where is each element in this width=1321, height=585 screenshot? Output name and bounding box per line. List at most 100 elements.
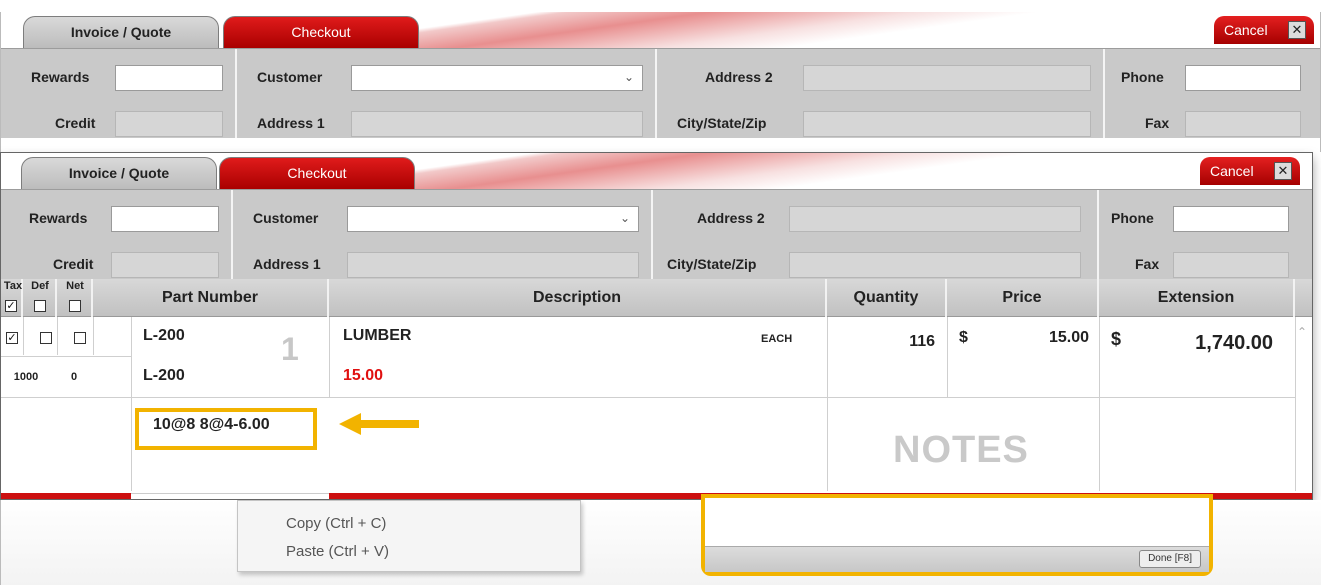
part-number-header[interactable]: Part Number <box>93 279 329 317</box>
close-icon[interactable]: ✕ <box>1274 162 1292 180</box>
context-menu-copy[interactable]: Copy (Ctrl + C) <box>286 515 386 532</box>
phone-input[interactable] <box>1173 206 1289 232</box>
tab-checkout[interactable]: Checkout <box>219 157 415 189</box>
def-all-checkbox[interactable] <box>34 300 46 312</box>
divider <box>947 317 948 397</box>
rewards-label: Rewards <box>29 210 88 226</box>
header-form: Rewards Credit Customer ⌄ Address 1 Addr… <box>1 48 1320 138</box>
chevron-down-icon: ⌄ <box>623 70 634 84</box>
row-price-symbol: $ <box>959 329 968 346</box>
row-price[interactable]: 15.00 <box>1011 329 1089 347</box>
address2-field <box>803 65 1091 91</box>
tab-checkout[interactable]: Checkout <box>223 16 419 48</box>
address-section: Address 2 City/State/Zip <box>657 49 1105 138</box>
row-def-checkbox[interactable] <box>40 332 52 344</box>
net-all-checkbox[interactable] <box>69 300 81 312</box>
contact-section: Phone Fax <box>1105 49 1320 138</box>
notes-watermark: NOTES <box>893 429 1029 471</box>
contact-section: Phone Fax <box>1099 190 1312 279</box>
row-extension: 1,740.00 <box>1195 332 1273 354</box>
scroll-up-icon[interactable]: ⌃ <box>1297 325 1307 339</box>
row-net-checkbox[interactable] <box>74 332 86 344</box>
divider <box>1099 317 1100 491</box>
address-section: Address 2 City/State/Zip <box>653 190 1099 279</box>
row-sub-price: 15.00 <box>343 367 384 384</box>
credit-field <box>111 252 219 278</box>
row-sub-value-1: 1000 <box>13 371 39 383</box>
address1-field <box>351 111 643 137</box>
row-description[interactable]: LUMBER <box>343 327 411 345</box>
address1-label: Address 1 <box>257 115 325 131</box>
context-menu-paste[interactable]: Paste (Ctrl + V) <box>286 543 389 560</box>
rewards-input[interactable] <box>115 65 223 91</box>
customer-select[interactable]: ⌄ <box>351 65 643 91</box>
address2-field <box>789 206 1081 232</box>
citystatezip-label: City/State/Zip <box>677 115 767 131</box>
arrow-left-icon <box>339 413 419 435</box>
tax-column-header: Tax ✓ <box>1 279 23 317</box>
divider <box>1 397 1295 398</box>
divider <box>57 317 58 355</box>
description-header[interactable]: Description <box>329 279 827 317</box>
done-button[interactable]: Done [F8] <box>1139 550 1201 568</box>
divider <box>827 317 828 491</box>
quantity-header[interactable]: Quantity <box>827 279 947 317</box>
row-part-number[interactable]: L-200 <box>143 327 185 345</box>
cancel-button[interactable]: Cancel ✕ <box>1214 16 1314 44</box>
row-part-number-secondary: L-200 <box>143 367 185 384</box>
divider <box>1 356 131 357</box>
customer-select[interactable]: ⌄ <box>347 206 639 232</box>
cancel-label: Cancel <box>1210 163 1254 179</box>
rewards-label: Rewards <box>31 69 90 85</box>
extension-header[interactable]: Extension <box>1099 279 1295 317</box>
fax-label: Fax <box>1135 256 1160 272</box>
invoice-window: Invoice / Quote Checkout Cancel ✕ Reward… <box>0 152 1313 500</box>
row-tax-checkbox[interactable]: ✓ <box>6 332 18 344</box>
tab-bar: Invoice / Quote Checkout Cancel ✕ <box>1 12 1320 48</box>
tax-all-checkbox[interactable]: ✓ <box>5 300 17 312</box>
tab-bar: Invoice / Quote Checkout Cancel ✕ <box>1 153 1312 189</box>
phone-input[interactable] <box>1185 65 1301 91</box>
divider <box>131 317 132 491</box>
address1-label: Address 1 <box>253 256 321 272</box>
citystatezip-label: City/State/Zip <box>667 256 757 272</box>
notes-panel-footer: Done [F8] <box>705 546 1209 572</box>
net-column-header: Net <box>57 279 93 317</box>
tab-invoice-quote[interactable]: Invoice / Quote <box>21 157 217 189</box>
fax-field <box>1173 252 1289 278</box>
customer-section: Customer ⌄ Address 1 <box>233 190 653 279</box>
phone-label: Phone <box>1111 210 1154 226</box>
fax-label: Fax <box>1145 115 1170 131</box>
pricing-note[interactable]: 10@8 8@4-6.00 <box>153 416 270 434</box>
rewards-section: Rewards Credit <box>1 49 237 138</box>
customer-label: Customer <box>257 69 323 85</box>
address1-field <box>347 252 639 278</box>
row-unit: EACH <box>761 333 793 345</box>
line-items-grid: Tax ✓ Def Net Part Number Description Qu… <box>1 279 1312 499</box>
background-invoice-window: Invoice / Quote Checkout Cancel ✕ Reward… <box>0 12 1321 152</box>
address2-label: Address 2 <box>705 69 773 85</box>
divider <box>1295 317 1296 491</box>
rewards-section: Rewards Credit <box>1 190 233 279</box>
chevron-down-icon: ⌄ <box>619 211 630 225</box>
header-form: Rewards Credit Customer ⌄ Address 1 Addr… <box>1 189 1312 279</box>
def-column-header: Def <box>23 279 57 317</box>
row-quantity[interactable]: 116 <box>881 333 935 351</box>
price-header[interactable]: Price <box>947 279 1099 317</box>
grid-header: Tax ✓ Def Net Part Number Description Qu… <box>1 279 1312 317</box>
address2-label: Address 2 <box>697 210 765 226</box>
tab-invoice-quote[interactable]: Invoice / Quote <box>23 16 219 48</box>
row-line-number: 1 <box>281 331 299 367</box>
fax-field <box>1185 111 1301 137</box>
cancel-label: Cancel <box>1224 22 1268 38</box>
divider <box>93 317 94 355</box>
customer-label: Customer <box>253 210 319 226</box>
notes-panel: Done [F8] <box>701 494 1213 576</box>
phone-label: Phone <box>1121 69 1164 85</box>
cancel-button[interactable]: Cancel ✕ <box>1200 157 1300 185</box>
close-icon[interactable]: ✕ <box>1288 21 1306 39</box>
background-area: Copy (Ctrl + C) Paste (Ctrl + V) Done [F… <box>0 494 1321 585</box>
rewards-input[interactable] <box>111 206 219 232</box>
divider <box>329 317 330 397</box>
citystatezip-field <box>803 111 1091 137</box>
